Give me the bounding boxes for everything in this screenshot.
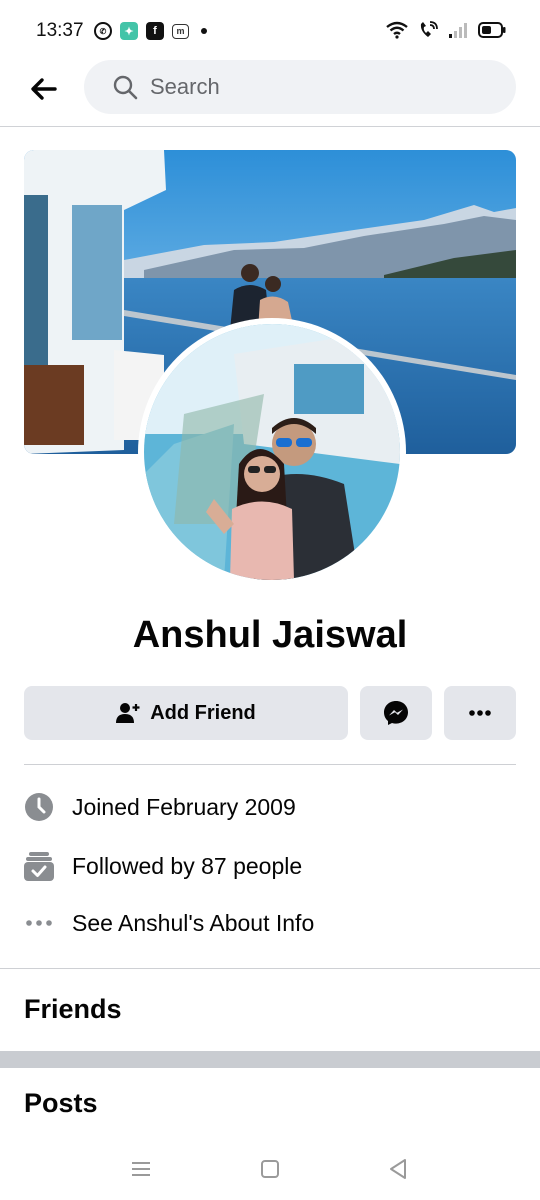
more-dots-icon (24, 908, 54, 938)
posts-section-title: Posts (24, 1088, 98, 1118)
clock-icon (24, 792, 54, 822)
add-friend-icon (116, 703, 140, 723)
status-bar: 13:37 ✆ ✦ f m (0, 0, 540, 60)
followers-text: Followed by 87 people (72, 852, 303, 879)
system-nav-bar (0, 1140, 540, 1200)
back-button[interactable] (26, 74, 60, 104)
whatsapp-icon: ✆ (94, 22, 112, 40)
profile-name: Anshul Jaiswal (132, 614, 408, 656)
facebook-icon: f (146, 22, 164, 40)
back-arrow-icon (31, 78, 57, 100)
add-friend-button[interactable]: Add Friend (24, 686, 348, 740)
joined-text: Joined February 2009 (72, 793, 296, 820)
notification-dot-icon (201, 28, 207, 34)
signal-icon (449, 23, 467, 38)
app-icon: ✦ (120, 22, 138, 40)
wifi-icon (386, 21, 408, 39)
about-info-link[interactable]: See Anshul's About Info (72, 910, 314, 937)
info-about[interactable]: See Anshul's About Info (24, 903, 516, 943)
status-time: 13:37 (36, 20, 84, 41)
info-joined: Joined February 2009 (24, 787, 516, 827)
back-nav-button[interactable] (383, 1154, 413, 1184)
status-app-icons: ✆ ✦ f m (94, 22, 207, 40)
messenger-icon (384, 701, 408, 725)
divider (24, 764, 516, 765)
more-options-button[interactable] (444, 686, 516, 740)
search-bar[interactable]: Search (84, 60, 516, 114)
followers-icon (24, 851, 54, 881)
profile-actions: Add Friend (24, 686, 516, 740)
recent-apps-button[interactable] (126, 1154, 156, 1184)
section-separator-band (0, 1051, 540, 1068)
back-triangle-icon (390, 1159, 406, 1179)
messenger-button[interactable] (360, 686, 432, 740)
battery-icon (478, 22, 506, 38)
profile-picture-image (144, 324, 400, 580)
home-square-icon (261, 1160, 279, 1178)
status-system-icons (386, 21, 506, 39)
add-friend-label: Add Friend (150, 701, 256, 724)
top-bar: Search (0, 60, 540, 127)
info-followers[interactable]: Followed by 87 people (24, 846, 516, 886)
messages-icon: m (172, 23, 189, 39)
wifi-calling-icon (420, 21, 438, 37)
avatar (144, 324, 400, 580)
section-divider (0, 968, 540, 969)
friends-section-title[interactable]: Friends (24, 994, 122, 1025)
search-icon (113, 75, 138, 100)
search-input[interactable]: Search (150, 74, 220, 100)
profile-picture[interactable] (138, 318, 406, 586)
menu-lines-icon (132, 1162, 150, 1176)
home-button[interactable] (255, 1154, 285, 1184)
more-dots-icon (469, 710, 491, 716)
